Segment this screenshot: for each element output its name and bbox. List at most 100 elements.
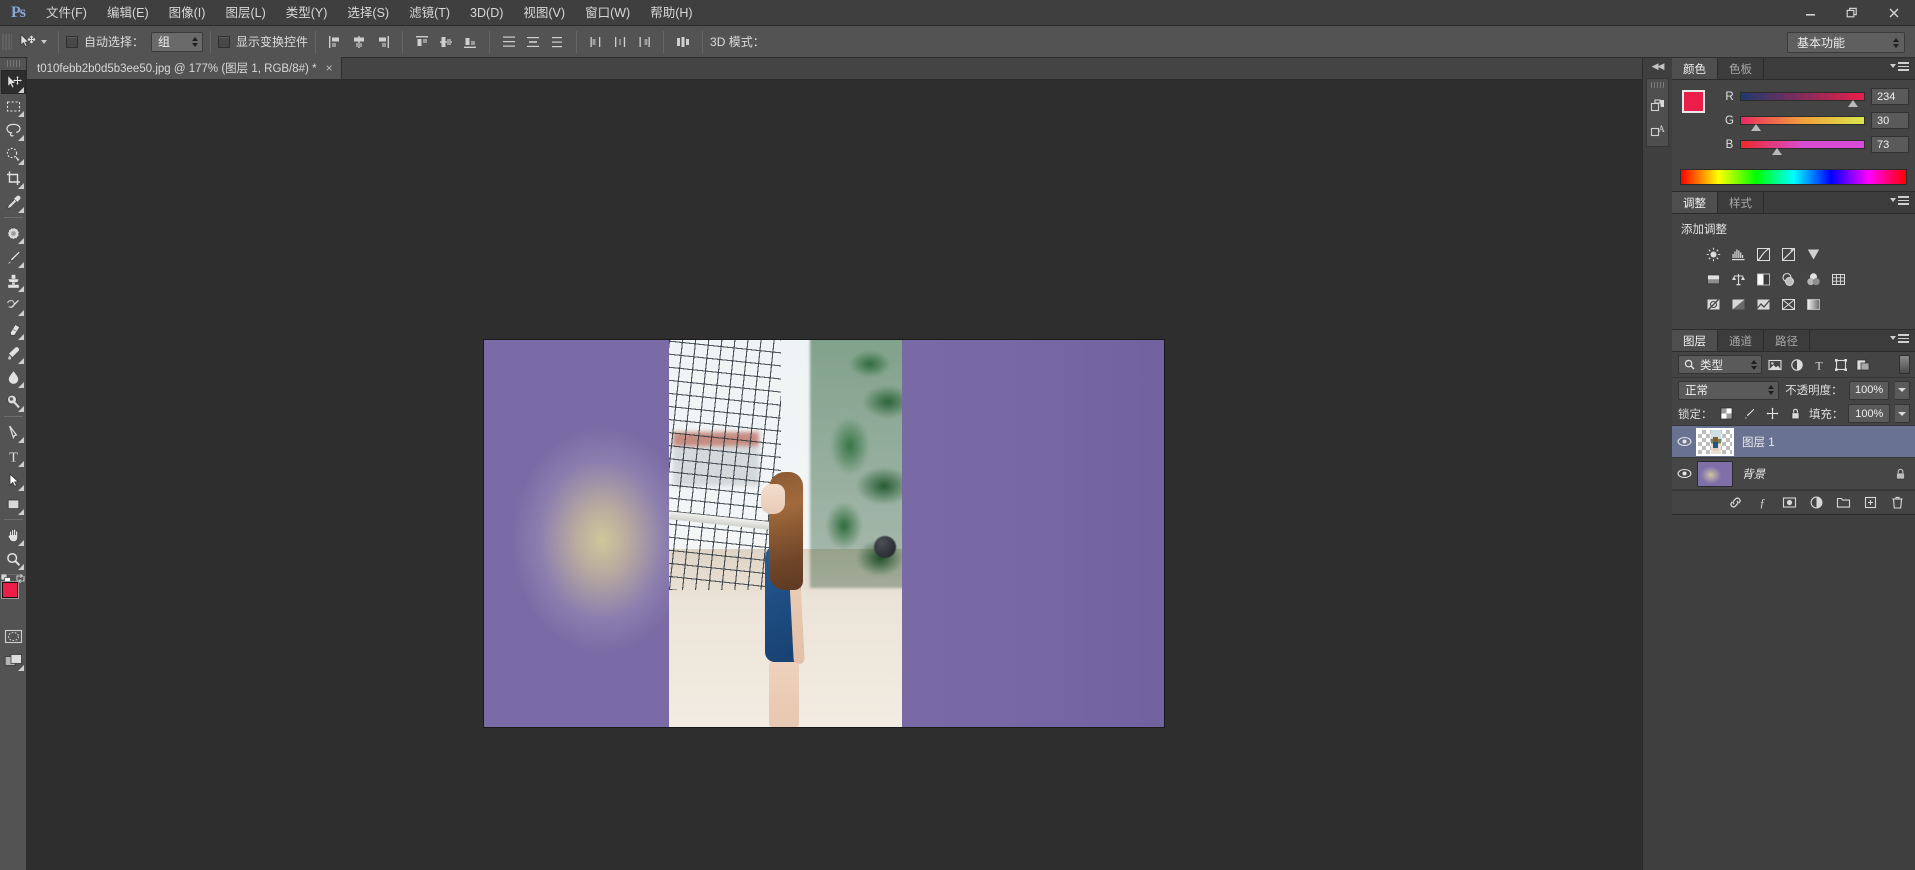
vibrance-icon[interactable] [1803, 245, 1823, 263]
tab-channels[interactable]: 通道 [1718, 330, 1764, 351]
sidebar-item-clone-stamp-tool[interactable] [1, 269, 26, 293]
color-balance-icon[interactable] [1728, 270, 1748, 288]
layer-name[interactable]: 图层 1 [1742, 434, 1907, 450]
sidebar-item-eyedropper-tool[interactable] [1, 190, 26, 214]
sidebar-item-move-tool[interactable] [0, 70, 26, 94]
menu-file[interactable]: 文件(F) [36, 0, 97, 26]
color-spectrum-ramp[interactable] [1680, 169, 1907, 185]
tab-color[interactable]: 颜色 [1672, 58, 1718, 79]
hue-saturation-icon[interactable] [1703, 270, 1723, 288]
document-canvas[interactable] [484, 340, 1164, 727]
layer-style-icon[interactable]: ƒ [1754, 495, 1770, 511]
close-icon[interactable]: × [326, 62, 333, 74]
close-button[interactable] [1873, 0, 1915, 26]
opacity-value[interactable]: 100% [1848, 380, 1890, 400]
black-white-icon[interactable] [1753, 270, 1773, 288]
color-swatches[interactable] [0, 573, 26, 612]
channel-slider-b[interactable] [1740, 140, 1865, 155]
shape-filter-icon[interactable] [1831, 355, 1850, 374]
channel-value-r[interactable]: 234 [1871, 88, 1909, 105]
current-tool-indicator[interactable] [15, 30, 51, 54]
minimize-button[interactable] [1789, 0, 1831, 26]
opacity-dropdown-arrow-icon[interactable] [1895, 380, 1910, 400]
canvas-area[interactable] [27, 80, 1642, 870]
auto-select-checkbox[interactable] [66, 35, 78, 48]
workspace-switcher[interactable]: 基本功能 [1787, 32, 1905, 53]
layer-mask-icon[interactable] [1781, 495, 1797, 511]
menu-image[interactable]: 图像(I) [159, 0, 216, 26]
menu-type[interactable]: 类型(Y) [276, 0, 338, 26]
link-layers-icon[interactable] [1727, 495, 1743, 511]
sidebar-item-lasso-tool[interactable] [1, 118, 26, 142]
channel-slider-g[interactable] [1740, 116, 1865, 131]
tab-paths[interactable]: 路径 [1764, 330, 1810, 351]
channel-value-b[interactable]: 73 [1871, 136, 1909, 153]
layers-panel-menu-icon[interactable] [1890, 334, 1909, 343]
distribute-top-edges-button[interactable] [498, 31, 520, 53]
screen-mode-button[interactable] [1, 648, 26, 672]
sidebar-item-pen-tool[interactable] [1, 420, 26, 444]
distribute-horizontal-centers-button[interactable] [609, 31, 631, 53]
new-group-icon[interactable] [1835, 495, 1851, 511]
sidebar-item-crop-tool[interactable] [1, 166, 26, 190]
posterize-icon[interactable] [1728, 295, 1748, 313]
color-panel-menu-icon[interactable] [1890, 62, 1909, 71]
auto-select-dropdown[interactable]: 组 [151, 31, 204, 52]
history-icon[interactable] [1647, 96, 1669, 116]
new-layer-icon[interactable] [1862, 495, 1878, 511]
menu-3d[interactable]: 3D(D) [460, 0, 513, 26]
sidebar-item-eraser-tool[interactable] [1, 317, 26, 341]
color-panel-foreground-swatch[interactable] [1682, 90, 1705, 113]
selective-color-icon[interactable] [1803, 295, 1823, 313]
character-icon[interactable]: A [1647, 121, 1669, 141]
menu-view[interactable]: 视图(V) [513, 0, 575, 26]
blend-mode-dropdown[interactable]: 正常 [1678, 380, 1780, 400]
brightness-contrast-icon[interactable] [1703, 245, 1723, 263]
align-top-edges-button[interactable] [411, 31, 433, 53]
menu-edit[interactable]: 编辑(E) [97, 0, 159, 26]
layer-name[interactable]: 背景 [1742, 466, 1893, 482]
menu-select[interactable]: 选择(S) [337, 0, 399, 26]
sidebar-item-zoom-tool[interactable] [1, 547, 26, 571]
auto-align-layers-button[interactable] [672, 31, 694, 53]
type-filter-icon[interactable]: T [1809, 355, 1828, 374]
gradient-map-icon[interactable] [1778, 295, 1798, 313]
sidebar-item-spot-healing-brush-tool[interactable] [1, 221, 26, 245]
lock-all-icon[interactable] [1786, 405, 1804, 423]
menu-layer[interactable]: 图层(L) [215, 0, 275, 26]
distribute-vertical-centers-button[interactable] [522, 31, 544, 53]
sidebar-item-rectangular-marquee-tool[interactable] [1, 94, 26, 118]
sidebar-item-dodge-tool[interactable] [1, 389, 26, 413]
tab-layers[interactable]: 图层 [1672, 330, 1718, 351]
table-row[interactable]: 图层 1 [1672, 426, 1915, 458]
filter-enable-toggle[interactable] [1899, 355, 1910, 374]
layer-thumbnail[interactable] [1696, 427, 1734, 456]
menu-window[interactable]: 窗口(W) [575, 0, 640, 26]
tools-panel-grip[interactable] [6, 60, 20, 67]
channel-mixer-icon[interactable] [1803, 270, 1823, 288]
fill-dropdown-arrow-icon[interactable] [1895, 404, 1911, 423]
layer-visibility-icon[interactable] [1672, 468, 1697, 479]
show-transform-controls-checkbox[interactable] [218, 35, 231, 48]
sidebar-item-hand-tool[interactable] [1, 523, 26, 547]
sidebar-item-type-tool[interactable]: T [1, 444, 26, 468]
sidebar-item-history-brush-tool[interactable] [1, 293, 26, 317]
collapse-panels-icon[interactable]: ◀◀ [1643, 58, 1672, 74]
align-horizontal-centers-button[interactable] [348, 31, 370, 53]
fill-value[interactable]: 100% [1848, 404, 1891, 423]
channel-value-g[interactable]: 30 [1871, 112, 1909, 129]
distribute-right-edges-button[interactable] [633, 31, 655, 53]
sidebar-item-gradient-tool[interactable] [1, 341, 26, 365]
lock-image-icon[interactable] [1740, 405, 1758, 423]
new-fill-adjustment-icon[interactable] [1808, 495, 1824, 511]
layer-thumbnail[interactable] [1697, 460, 1733, 487]
exposure-icon[interactable] [1778, 245, 1798, 263]
photo-filter-icon[interactable] [1778, 270, 1798, 288]
channel-slider-r[interactable] [1740, 92, 1865, 107]
quick-mask-mode-button[interactable] [1, 624, 26, 648]
pixel-filter-icon[interactable] [1765, 355, 1784, 374]
menu-filter[interactable]: 滤镜(T) [399, 0, 460, 26]
align-right-edges-button[interactable] [372, 31, 394, 53]
table-row[interactable]: 背景 [1672, 458, 1915, 490]
restore-button[interactable] [1831, 0, 1873, 26]
